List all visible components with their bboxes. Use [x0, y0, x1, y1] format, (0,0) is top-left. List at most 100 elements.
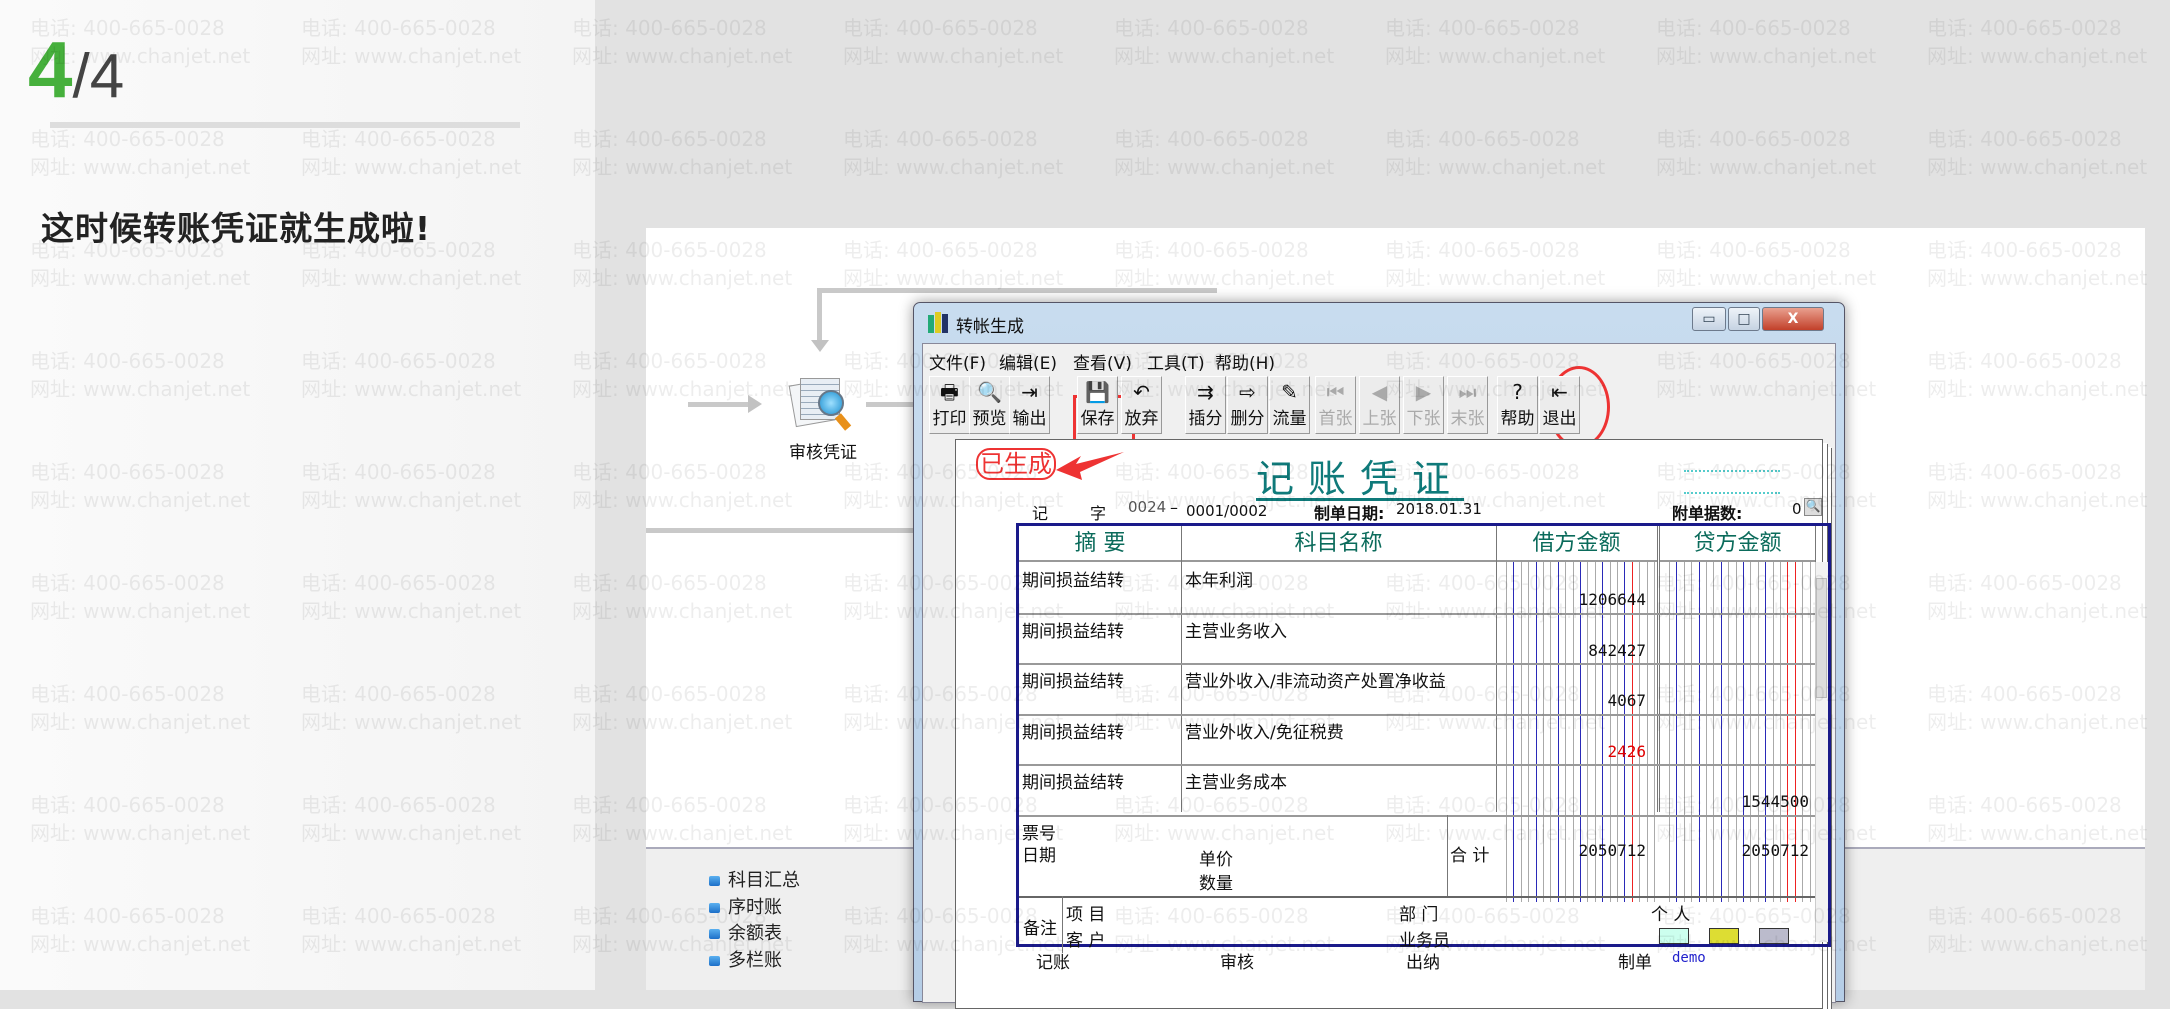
voucher-table: 摘 要科目名称 借方金额 贷方金额 期间损益结转 本年利润 1206644 期间损益结转 主营…: [1016, 523, 1831, 953]
watermark-phone: 电话: 400-665-0028: [1385, 127, 1580, 151]
toolbar-button-上张[interactable]: ◀ 上张: [1359, 376, 1400, 434]
attach-count[interactable]: 0: [1792, 500, 1802, 518]
toolbar-button-首张[interactable]: ⏮ 首张: [1315, 376, 1356, 434]
watermark-site: 网址: www.chanjet.net: [843, 44, 1064, 68]
ledger-link-1[interactable]: 序时账: [709, 893, 782, 919]
row-summary[interactable]: 期间损益结转: [1022, 768, 1124, 793]
toolbar-icon: ⇥: [1021, 380, 1038, 404]
ledger-link-0[interactable]: 科目汇总: [709, 866, 800, 892]
row-account[interactable]: 主营业务成本: [1185, 768, 1287, 793]
scrollbar-thumb[interactable]: [1816, 578, 1827, 698]
voucher-date[interactable]: 2018.01.31: [1396, 500, 1482, 518]
remark-label: 备注: [1023, 918, 1057, 939]
ledger-link-3[interactable]: 多栏账: [709, 946, 782, 972]
step-indicator: 4/4: [28, 30, 124, 110]
person-label: 个 人: [1651, 904, 1691, 925]
menu-item-2[interactable]: 查看(V): [1073, 349, 1132, 374]
watermark: 电话: 400-665-0028 网址: www.chanjet.net: [1927, 14, 2147, 70]
maker-name: demo: [1672, 950, 1706, 966]
maximize-button[interactable]: □: [1728, 307, 1760, 331]
customer-label: 客 户: [1066, 930, 1106, 951]
toolbar-button-末张[interactable]: ⏭ 末张: [1447, 376, 1488, 434]
watermark: 电话: 400-665-0028 网址: www.chanjet.net: [1385, 125, 1605, 181]
generated-stamp: 已生成: [976, 448, 1056, 480]
watermark: 电话: 400-665-0028 网址: www.chanjet.net: [1114, 125, 1334, 181]
header-summary: 摘 要: [1019, 526, 1181, 562]
column-divider: [1447, 814, 1448, 896]
minimize-button[interactable]: ▭: [1692, 307, 1726, 331]
audit-voucher-label[interactable]: 审核凭证: [789, 438, 857, 463]
watermark: 电话: 400-665-0028 网址: www.chanjet.net: [572, 125, 792, 181]
row-debit[interactable]: 1206644: [1579, 590, 1646, 609]
toolbar-button-下张[interactable]: ▶ 下张: [1403, 376, 1444, 434]
column-divider: [1062, 895, 1063, 953]
row-summary[interactable]: 期间损益结转: [1022, 617, 1124, 642]
menu-item-4[interactable]: 帮助(H): [1215, 349, 1275, 374]
voucher-sheet: 已生成 记账凭证 记 字 0024 – 0001/0002 制单日期: 2018…: [955, 439, 1831, 1009]
toolbar-label: 末张: [1450, 409, 1485, 429]
sign-audit: 审核: [1220, 953, 1254, 973]
watermark: 电话: 400-665-0028 网址: www.chanjet.net: [1656, 125, 1876, 181]
toolbar-icon: ⇉: [1197, 380, 1214, 404]
ledger-label: 序时账: [728, 896, 782, 918]
toolbar-button-打印[interactable]: 🖶 打印: [929, 376, 970, 434]
toolbar-label: 上张: [1362, 409, 1397, 429]
toolbar-label: 退出: [1542, 409, 1577, 429]
menu-item-0[interactable]: 文件(F): [929, 349, 986, 374]
row-account[interactable]: 本年利润: [1185, 566, 1253, 591]
audit-voucher-icon[interactable]: [788, 372, 854, 431]
watermark-phone: 电话: 400-665-0028: [1927, 16, 2122, 40]
magnifier-icon[interactable]: 🔍: [1804, 498, 1822, 516]
row-divider: [1019, 663, 1815, 665]
card-icon[interactable]: [1709, 927, 1739, 944]
toolbar-icon: ⏮: [1326, 380, 1345, 404]
row-debit[interactable]: 4067: [1607, 691, 1646, 710]
watermark-site: 网址: www.chanjet.net: [1385, 44, 1606, 68]
bullet-icon: [709, 876, 720, 886]
guide-headline: 这时候转账凭证就生成啦!: [41, 209, 432, 248]
arrow-down-icon: [811, 340, 829, 361]
total-credit: 2050712: [1741, 840, 1809, 860]
row-account[interactable]: 营业外收入/非流动资产处置净收益: [1185, 667, 1446, 692]
toolbar-button-帮助[interactable]: ? 帮助: [1497, 376, 1538, 434]
toolbar-button-输出[interactable]: ⇥ 输出: [1009, 376, 1050, 434]
toolbar-button-流量[interactable]: ✎ 流量: [1269, 376, 1310, 434]
row-credit[interactable]: 1544500: [1742, 792, 1809, 811]
edit-icon[interactable]: [1759, 927, 1789, 944]
toolbar-icon: 🔍: [977, 380, 1002, 404]
ledger-link-2[interactable]: 余额表: [709, 919, 782, 945]
toolbar-button-删分[interactable]: ⇨ 删分: [1227, 376, 1268, 434]
close-button[interactable]: X: [1762, 307, 1824, 331]
voucher-number[interactable]: 0024: [1128, 498, 1166, 516]
toolbar-icon: ⇨: [1239, 380, 1256, 404]
row-account[interactable]: 营业外收入/免征税费: [1185, 718, 1344, 743]
toolbar-button-保存[interactable]: 💾 保存: [1077, 376, 1118, 434]
sign-cashier: 出纳: [1406, 953, 1440, 973]
toolbar-label: 插分: [1188, 409, 1223, 429]
row-debit[interactable]: 842427: [1588, 641, 1646, 660]
watermark-site: 网址: www.chanjet.net: [843, 155, 1064, 179]
date-row-label: 日期: [1022, 845, 1056, 866]
watermark-phone: 电话: 400-665-0028: [1656, 127, 1851, 151]
row-summary[interactable]: 期间损益结转: [1022, 566, 1124, 591]
toolbar-icon: ↶: [1133, 380, 1150, 404]
column-divider: [1659, 526, 1660, 812]
row-divider: [1019, 713, 1815, 716]
divider: [50, 122, 520, 128]
dept-label: 部 门: [1399, 904, 1439, 925]
menu-item-3[interactable]: 工具(T): [1147, 349, 1205, 374]
unit-price-label: 单价: [1199, 849, 1233, 870]
row-debit[interactable]: 2426: [1607, 742, 1646, 761]
row-summary[interactable]: 期间损益结转: [1022, 667, 1124, 692]
toolbar-button-预览[interactable]: 🔍 预览: [969, 376, 1010, 434]
dotted-line: [1684, 470, 1780, 472]
menu-item-1[interactable]: 编辑(E): [999, 349, 1057, 374]
toolbar-button-插分[interactable]: ⇉ 插分: [1185, 376, 1226, 434]
voucher-type[interactable]: 记: [1032, 500, 1048, 524]
transfer-generate-window: 转帐生成 ▭ □ X 文件(F) 编辑(E) 查看(V) 工具(T) 帮助(H) 已生成…: [913, 302, 1845, 1009]
note-icon[interactable]: [1659, 927, 1689, 944]
row-summary[interactable]: 期间损益结转: [1022, 718, 1124, 743]
toolbar-button-放弃[interactable]: ↶ 放弃: [1121, 376, 1162, 434]
row-account[interactable]: 主营业务收入: [1185, 617, 1287, 642]
toolbar-button-退出[interactable]: ⇤ 退出: [1539, 376, 1580, 434]
